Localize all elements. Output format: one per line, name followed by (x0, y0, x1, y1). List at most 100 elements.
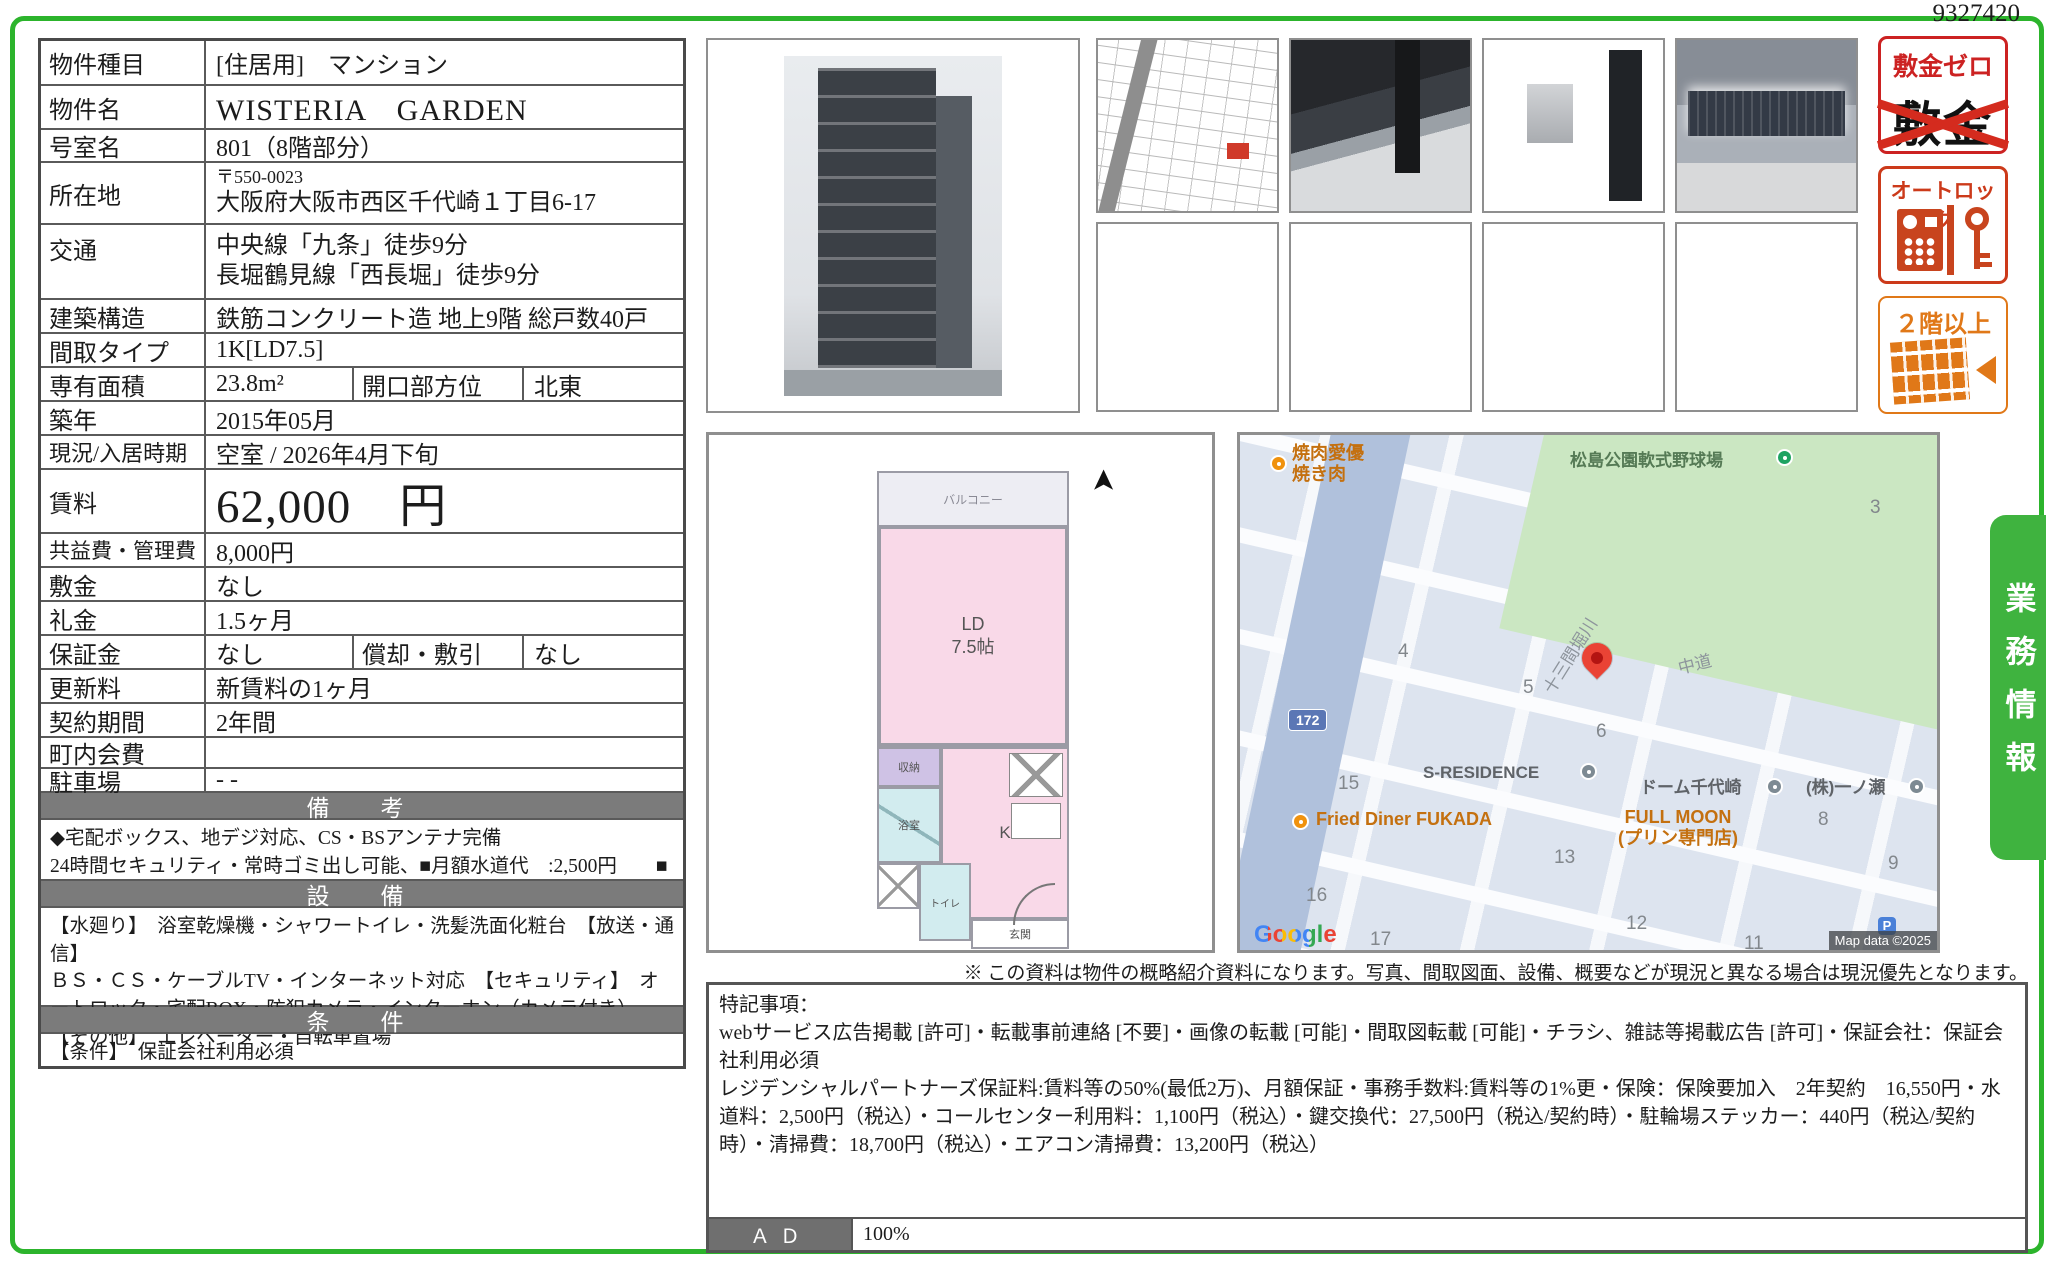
poi-label: FULL MOON (プリン専門店) (1618, 807, 1738, 848)
poi-label: Fried Diner FUKADA (1316, 809, 1492, 830)
notes-header: 備 考 (41, 793, 683, 820)
access-line1: 中央線「九条」徒歩9分 (216, 233, 468, 259)
poi-label: S-RESIDENCE (1423, 763, 1539, 783)
block-number: 8 (1818, 809, 1829, 831)
poi-marker-icon (1766, 778, 1783, 795)
photo-mailboxes (1675, 38, 1858, 213)
row-value: 北東 (524, 368, 683, 400)
block-number: 16 (1306, 885, 1327, 907)
row-value: 空室 / 2026年4月下旬 (206, 436, 683, 468)
google-logo: Google (1254, 921, 1337, 949)
table-row: 物件種目[住居用] マンション (41, 41, 683, 86)
row-label: 専有面積 (41, 368, 206, 400)
row-value (206, 738, 683, 767)
row-value: 〒550-0023大阪府大阪市西区千代崎１丁目6-17 (206, 163, 683, 223)
block-number: 12 (1626, 913, 1647, 935)
empty-photo-box (1482, 222, 1665, 412)
poi-label: (株)一ノ瀬 (1806, 778, 1885, 798)
row-label: 現況/入居時期 (41, 436, 206, 468)
row-value: 2年間 (206, 704, 683, 736)
property-table: 物件種目[住居用] マンション 物件名WISTERIA GARDEN 号室名80… (38, 38, 686, 1069)
table-row: 現況/入居時期空室 / 2026年4月下旬 (41, 436, 683, 470)
row-value: WISTERIA GARDEN (206, 86, 683, 128)
crossed-deposit-text: 敷金 (1881, 85, 2005, 155)
row-label: 礼金 (41, 602, 206, 634)
row-label: 物件種目 (41, 41, 206, 84)
badge-second-floor-label: ２階以上 (1880, 304, 2006, 339)
table-row: 町内会費 (41, 738, 683, 769)
equipment-header: 設 備 (41, 881, 683, 908)
poi-label: 松島公園軟式野球場 (1570, 451, 1723, 471)
table-row: 敷金なし (41, 568, 683, 602)
disclaimer-note: ※ この資料は物件の概略紹介資料になります。写真、間取図面、設備、概要などが現況… (706, 958, 2028, 985)
row-value: 新賃料の1ヶ月 (206, 670, 683, 702)
table-row: 専有面積 23.8m² 開口部方位 北東 (41, 368, 683, 402)
row-value: なし (206, 636, 354, 668)
table-row: 物件名WISTERIA GARDEN (41, 86, 683, 130)
compass-icon: ➤ (1086, 468, 1121, 493)
row-label: 更新料 (41, 670, 206, 702)
poi-label: ドーム千代崎 (1640, 778, 1742, 798)
row-value: 鉄筋コンクリート造 地上9階 総戸数40戸 (206, 300, 683, 332)
row-value: 中央線「九条」徒歩9分長堀鶴見線「西長堀」徒歩9分 (206, 225, 683, 298)
sink-icon (1011, 803, 1061, 839)
block-number: 11 (1744, 933, 1764, 953)
table-row: 所在地 〒550-0023大阪府大阪市西区千代崎１丁目6-17 (41, 163, 683, 225)
restaurant-marker-icon (1292, 813, 1309, 830)
empty-photo-box (1289, 222, 1472, 412)
notes-text: ◆宅配ボックス、地デジ対応、CS・BSアンテナ完備 24時間セキュリティ・常時ゴ… (41, 820, 683, 881)
badge-second-floor: ２階以上 (1878, 296, 2008, 414)
photo-entrance (1289, 38, 1472, 213)
block-number: 5 (1523, 677, 1534, 699)
table-row: 保証金 なし 償却・敷引 なし (41, 636, 683, 670)
ad-row: ＡＤ 100% (709, 1217, 2025, 1250)
table-row: 賃料62,000 円 (41, 470, 683, 534)
badge-deposit-zero-label: 敷金ゼロ (1881, 47, 2005, 83)
washer-space-icon (877, 863, 919, 909)
area-map: 焼肉愛優 焼き肉 松島公園軟式野球場 3 4 5 6 8 9 11 12 13 … (1237, 432, 1940, 953)
row-value: [住居用] マンション (206, 41, 683, 84)
document-number: 9327420 (1890, 0, 2020, 28)
poi-label: 焼肉愛優 焼き肉 (1292, 443, 1364, 484)
row-label: 築年 (41, 402, 206, 434)
row-value: 1.5ヶ月 (206, 602, 683, 634)
row-label: 償却・敷引 (354, 636, 524, 668)
table-row: 礼金1.5ヶ月 (41, 602, 683, 636)
ad-label: ＡＤ (709, 1219, 851, 1250)
arrow-left-icon (1962, 356, 1996, 384)
floorplan-box: ➤ バルコニー LD 7.5帖 収納 K 浴室 トイレ 玄関 (706, 432, 1215, 953)
map-sketch-thumb (1096, 38, 1279, 213)
row-label: 間取タイプ (41, 334, 206, 366)
table-row: 契約期間2年間 (41, 704, 683, 738)
map-attribution: Map data ©2025 (1829, 931, 1937, 950)
block-number: 15 (1338, 773, 1359, 795)
row-label: 物件名 (41, 86, 206, 128)
route-shield: 172 (1288, 709, 1327, 731)
block-number: 13 (1554, 847, 1575, 869)
remarks-box: 特記事項：webサービス広告掲載 [許可]・転載事前連絡 [不要]・画像の転載 … (706, 982, 2028, 1253)
table-row: 共益費・管理費8,000円 (41, 534, 683, 568)
intercom-icon (1897, 209, 1943, 271)
block-number: 9 (1888, 853, 1899, 875)
rent-value: 62,000 円 (206, 470, 683, 532)
table-row: 号室名801（8階部分） (41, 130, 683, 163)
access-line2: 長堀鶴見線「西長堀」徒歩9分 (216, 263, 540, 289)
row-value: 1K[LD7.5] (206, 334, 683, 366)
building-icon (1890, 337, 1970, 404)
empty-photo-box (1096, 222, 1279, 412)
restaurant-marker-icon (1270, 455, 1287, 472)
equipment-text: 【水廻り】 浴室乾燥機・シャワートイレ・洗髪洗面化粧台 【放送・通信】 ＢＳ・Ｃ… (41, 908, 683, 1007)
stove-icon (1009, 753, 1063, 797)
row-value: 801（8階部分） (206, 130, 683, 161)
table-row: 建築構造鉄筋コンクリート造 地上9階 総戸数40戸 (41, 300, 683, 334)
empty-photo-box (1675, 222, 1858, 412)
key-icon (1961, 207, 1995, 273)
photo-intercom (1482, 38, 1665, 213)
poi-marker-icon (1908, 778, 1925, 795)
floorplan-closet: 収納 (877, 747, 941, 787)
property-sheet: 9327420 物件種目[住居用] マンション 物件名WISTERIA GARD… (0, 0, 2056, 1265)
block-number: 4 (1398, 641, 1409, 663)
table-row: 築年2015年05月 (41, 402, 683, 436)
row-value: - - (206, 769, 683, 791)
remarks-text: 特記事項：webサービス広告掲載 [許可]・転載事前連絡 [不要]・画像の転載 … (719, 991, 2015, 1159)
